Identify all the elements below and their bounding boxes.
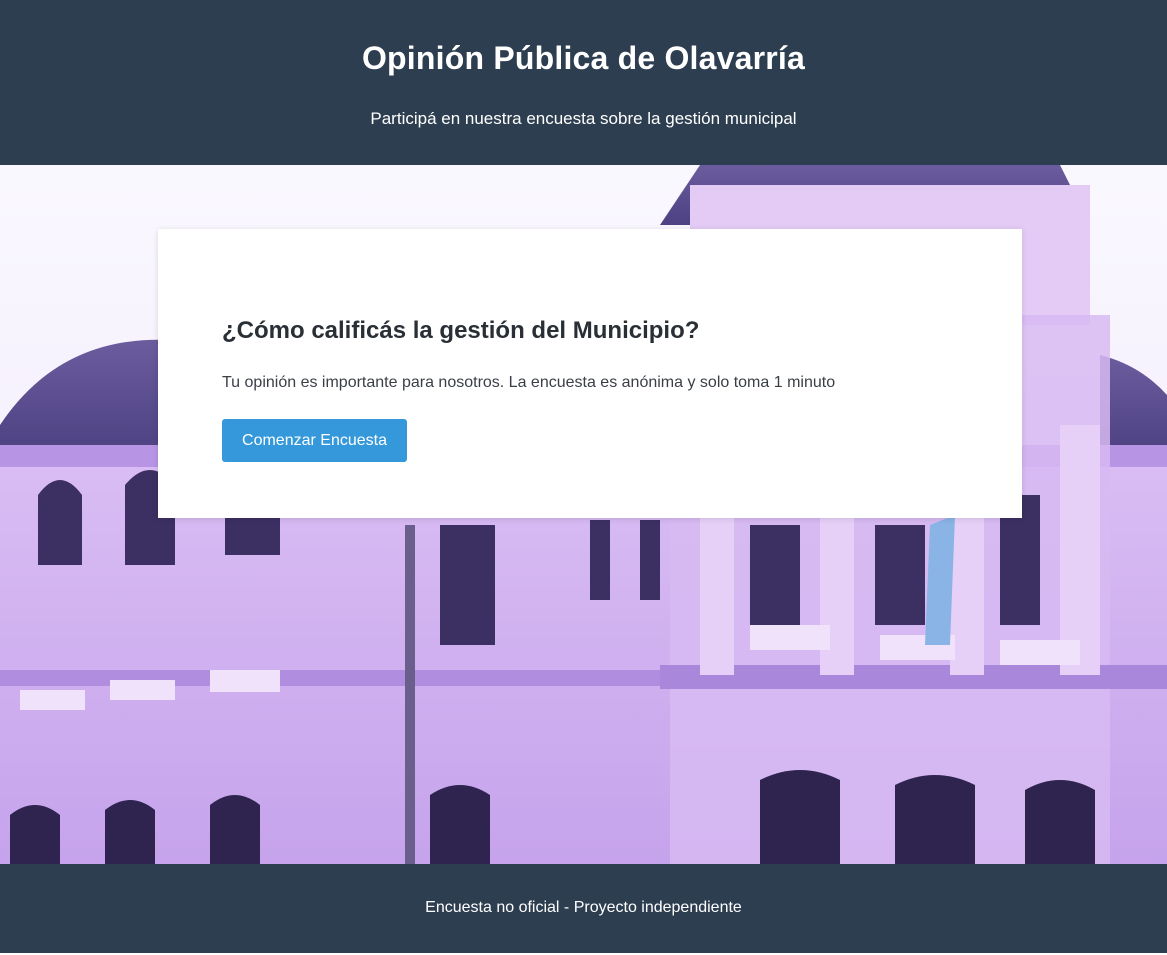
survey-card: ¿Cómo calificás la gestión del Municipio… bbox=[158, 229, 1022, 518]
survey-description: Tu opinión es importante para nosotros. … bbox=[222, 374, 836, 391]
survey-heading: ¿Cómo calificás la gestión del Municipio… bbox=[222, 317, 700, 344]
site-header: Opinión Pública de Olavarría Participá e… bbox=[0, 0, 1167, 165]
start-survey-button[interactable]: Comenzar Encuesta bbox=[222, 419, 407, 462]
site-footer: Encuesta no oficial - Proyecto independi… bbox=[0, 864, 1167, 953]
page-subtitle: Participá en nuestra encuesta sobre la g… bbox=[370, 109, 797, 128]
footer-text: Encuesta no oficial - Proyecto independi… bbox=[425, 899, 742, 916]
page-title: Opinión Pública de Olavarría bbox=[361, 40, 806, 76]
